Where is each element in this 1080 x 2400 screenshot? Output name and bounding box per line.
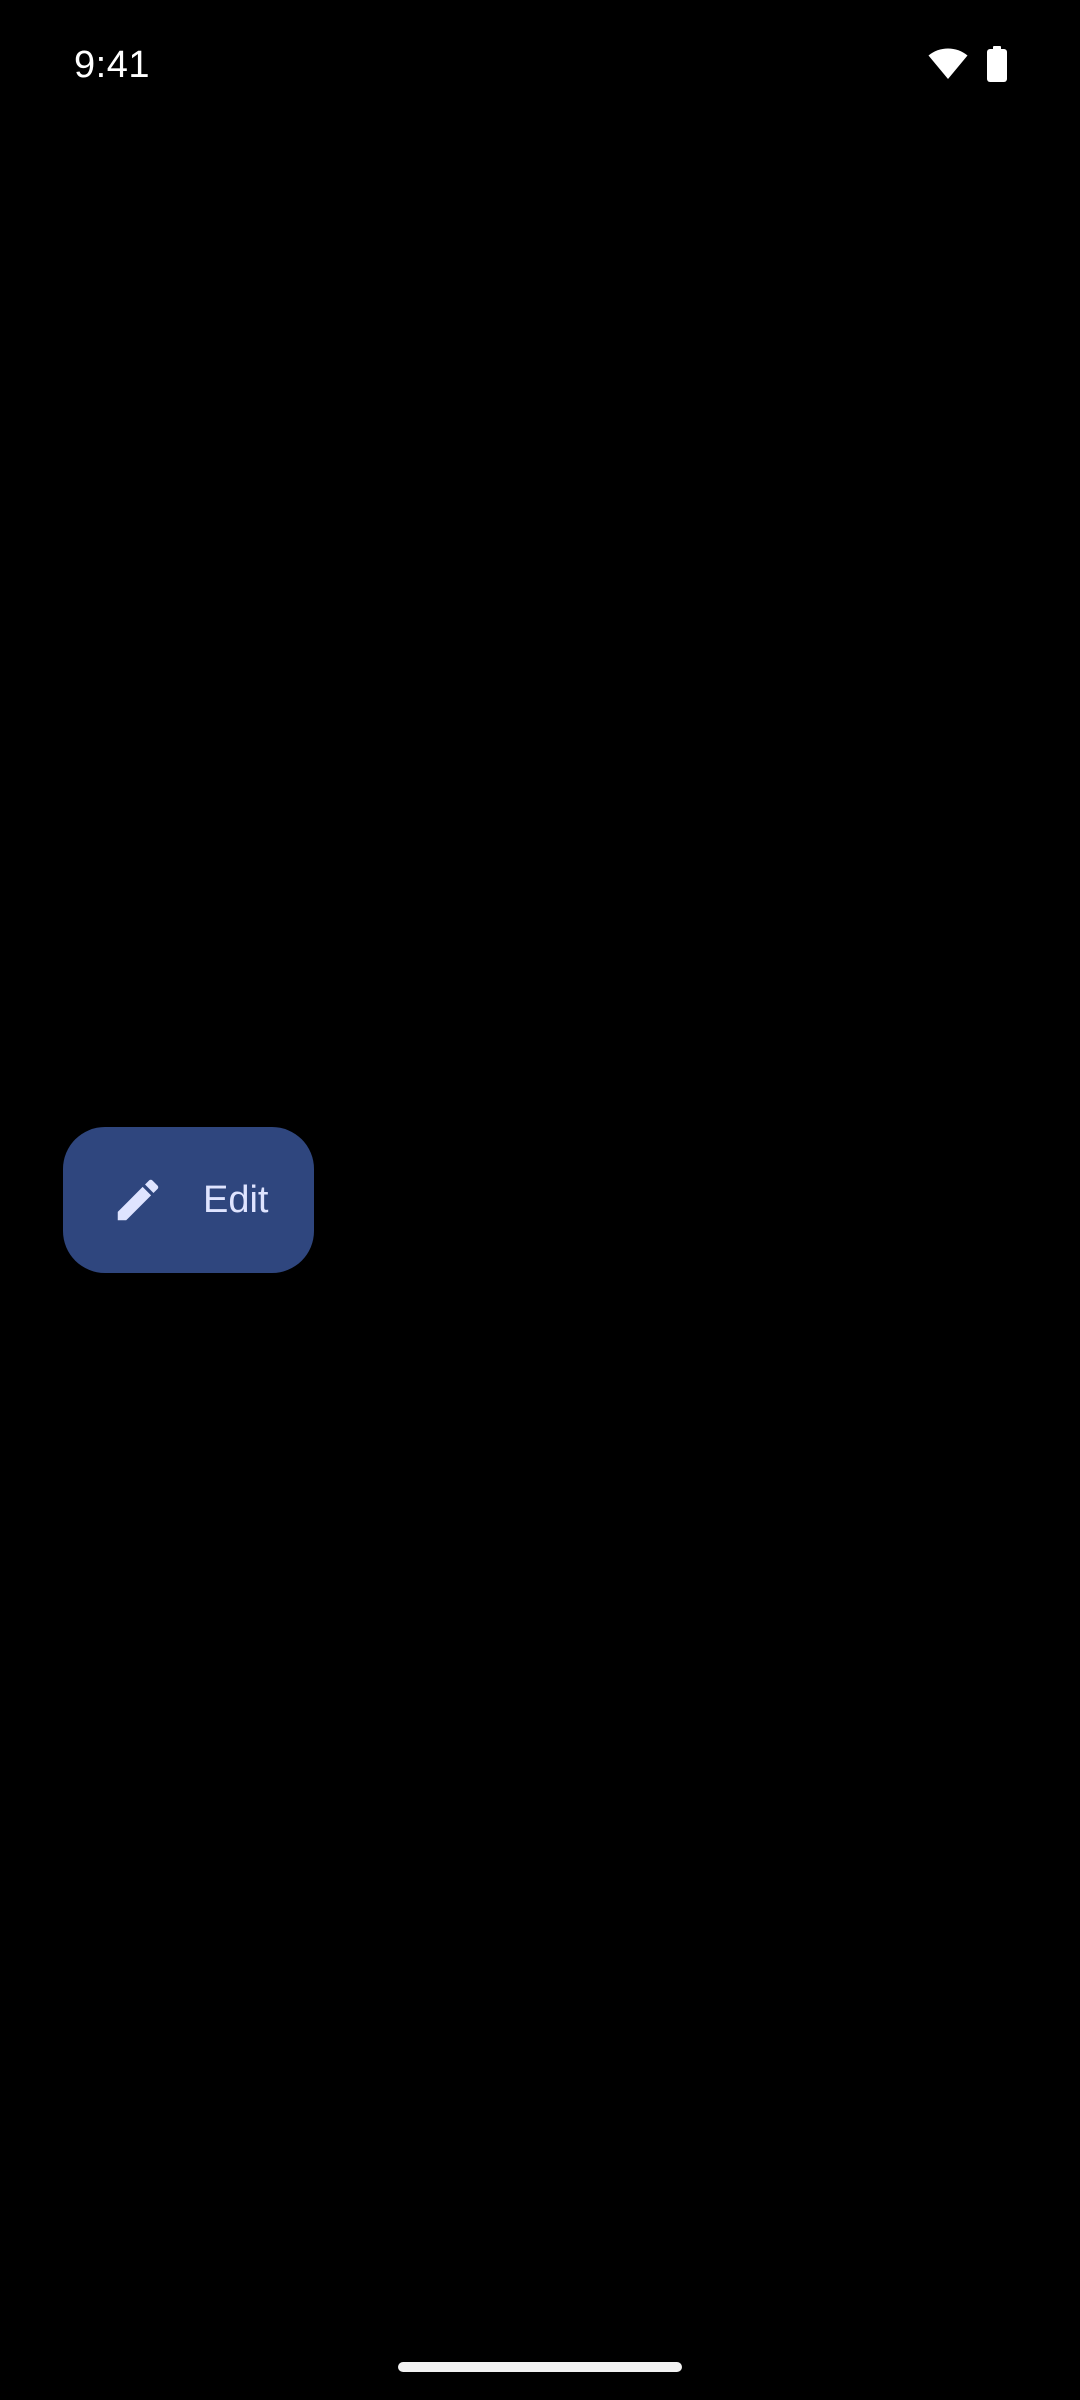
home-indicator[interactable] (398, 2362, 682, 2372)
fab-label: Edit (203, 1179, 269, 1221)
battery-icon (987, 46, 1007, 82)
pencil-icon (117, 1179, 159, 1221)
status-time: 9:41 (74, 44, 150, 86)
edit-fab-button[interactable]: Edit (63, 1127, 314, 1273)
status-icons (928, 46, 1008, 82)
status-bar: 9:41 (0, 0, 1080, 130)
wifi-icon (928, 48, 968, 79)
